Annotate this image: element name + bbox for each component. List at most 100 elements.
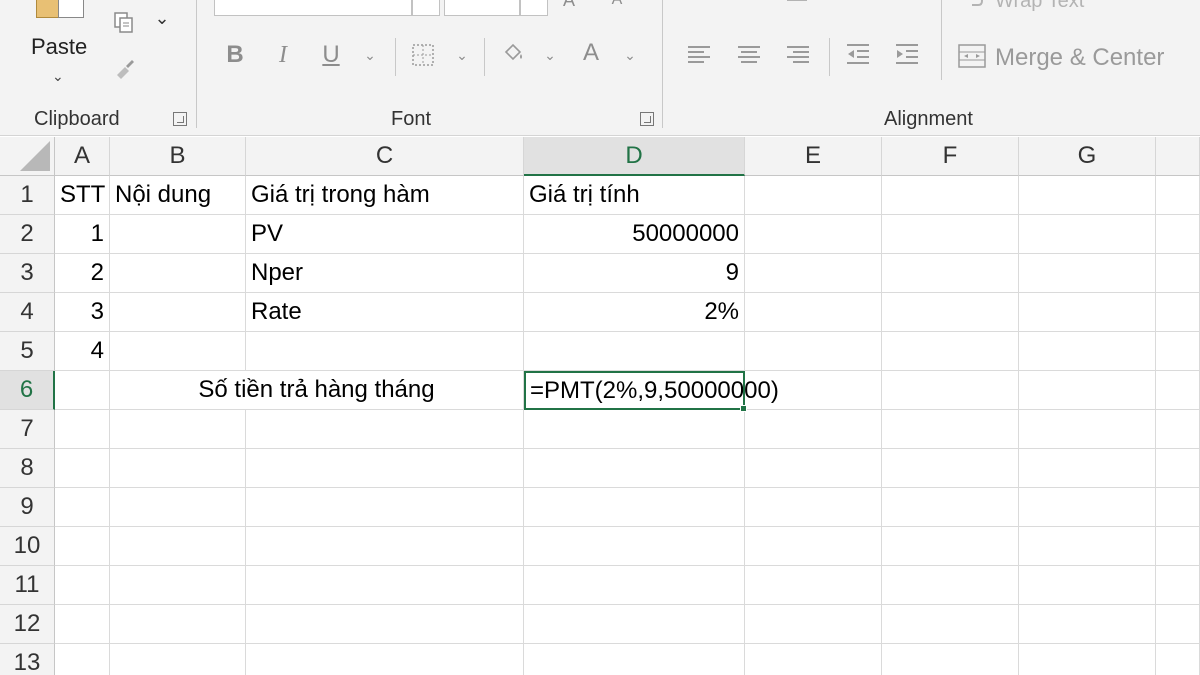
- cell-b5[interactable]: [110, 332, 246, 371]
- cell-h12[interactable]: [1156, 605, 1200, 644]
- cell-d8[interactable]: [524, 449, 745, 488]
- fill-color-chevron-icon[interactable]: ⌄: [540, 40, 560, 70]
- cell-b12[interactable]: [110, 605, 246, 644]
- paste-button[interactable]: Paste ⌄: [20, 0, 100, 100]
- cell-a8[interactable]: [55, 449, 110, 488]
- cell-g8[interactable]: [1019, 449, 1156, 488]
- underline-chevron-icon[interactable]: ⌄: [360, 40, 380, 70]
- cell-g3[interactable]: [1019, 254, 1156, 293]
- cell-e7[interactable]: [745, 410, 882, 449]
- cell-d7[interactable]: [524, 410, 745, 449]
- cell-d9[interactable]: [524, 488, 745, 527]
- cell-h4[interactable]: [1156, 293, 1200, 332]
- row-header-8[interactable]: 8: [0, 449, 55, 488]
- borders-chevron-icon[interactable]: ⌄: [452, 40, 472, 70]
- font-name-dropdown[interactable]: [412, 0, 440, 16]
- cell-a7[interactable]: [55, 410, 110, 449]
- cell-h8[interactable]: [1156, 449, 1200, 488]
- cell-d10[interactable]: [524, 527, 745, 566]
- row-header-6[interactable]: 6: [0, 371, 55, 410]
- cell-e8[interactable]: [745, 449, 882, 488]
- cell-g12[interactable]: [1019, 605, 1156, 644]
- cell-d11[interactable]: [524, 566, 745, 605]
- top-align-button[interactable]: [784, 0, 810, 8]
- cell-c12[interactable]: [246, 605, 524, 644]
- row-header-9[interactable]: 9: [0, 488, 55, 527]
- column-header-e[interactable]: E: [745, 137, 882, 176]
- shrink-font-button[interactable]: A: [606, 0, 628, 10]
- decrease-indent-button[interactable]: [844, 40, 872, 68]
- cell-b11[interactable]: [110, 566, 246, 605]
- select-all-button[interactable]: [0, 137, 55, 176]
- cell-e4[interactable]: [745, 293, 882, 332]
- cell-a12[interactable]: [55, 605, 110, 644]
- cell-h11[interactable]: [1156, 566, 1200, 605]
- cell-f13[interactable]: [882, 644, 1019, 675]
- cell-a10[interactable]: [55, 527, 110, 566]
- cell-h7[interactable]: [1156, 410, 1200, 449]
- cell-b3[interactable]: [110, 254, 246, 293]
- increase-indent-button[interactable]: [893, 40, 921, 68]
- cell-h6[interactable]: [1156, 371, 1200, 410]
- cell-b8[interactable]: [110, 449, 246, 488]
- cell-f3[interactable]: [882, 254, 1019, 293]
- cell-d1[interactable]: Giá trị tính: [524, 176, 745, 215]
- font-size-dropdown[interactable]: [520, 0, 548, 16]
- cell-e13[interactable]: [745, 644, 882, 675]
- wrap-text-button[interactable]: Wrap Text: [995, 0, 1084, 13]
- column-header-c[interactable]: C: [246, 137, 524, 176]
- row-header-5[interactable]: 5: [0, 332, 55, 371]
- cell-h1[interactable]: [1156, 176, 1200, 215]
- cell-g13[interactable]: [1019, 644, 1156, 675]
- row-header-2[interactable]: 2: [0, 215, 55, 254]
- cell-b13[interactable]: [110, 644, 246, 675]
- cell-b10[interactable]: [110, 527, 246, 566]
- cell-a5[interactable]: 4: [55, 332, 110, 371]
- cell-g2[interactable]: [1019, 215, 1156, 254]
- cell-e1[interactable]: [745, 176, 882, 215]
- cell-d12[interactable]: [524, 605, 745, 644]
- cell-e10[interactable]: [745, 527, 882, 566]
- cell-a13[interactable]: [55, 644, 110, 675]
- spreadsheet-grid[interactable]: A B C D E F G 1 2 3 4 5 6 7 8 9 10 11 12…: [0, 137, 1200, 675]
- cell-g1[interactable]: [1019, 176, 1156, 215]
- cell-c10[interactable]: [246, 527, 524, 566]
- column-header-g[interactable]: G: [1019, 137, 1156, 176]
- cell-f12[interactable]: [882, 605, 1019, 644]
- cell-h10[interactable]: [1156, 527, 1200, 566]
- cell-c13[interactable]: [246, 644, 524, 675]
- cell-d3[interactable]: 9: [524, 254, 745, 293]
- row-header-7[interactable]: 7: [0, 410, 55, 449]
- cell-g6[interactable]: [1019, 371, 1156, 410]
- cell-c11[interactable]: [246, 566, 524, 605]
- cell-b7[interactable]: [110, 410, 246, 449]
- cell-e12[interactable]: [745, 605, 882, 644]
- format-painter-button[interactable]: [108, 52, 140, 84]
- cell-h2[interactable]: [1156, 215, 1200, 254]
- align-right-button[interactable]: [787, 44, 809, 66]
- cell-c7[interactable]: [246, 410, 524, 449]
- cell-e5[interactable]: [745, 332, 882, 371]
- cell-b9[interactable]: [110, 488, 246, 527]
- cell-f9[interactable]: [882, 488, 1019, 527]
- cell-e9[interactable]: [745, 488, 882, 527]
- cell-c1[interactable]: Giá trị trong hàm: [246, 176, 524, 215]
- column-header-f[interactable]: F: [882, 137, 1019, 176]
- cell-f2[interactable]: [882, 215, 1019, 254]
- cell-h13[interactable]: [1156, 644, 1200, 675]
- cell-e11[interactable]: [745, 566, 882, 605]
- column-header-h[interactable]: [1156, 137, 1200, 176]
- cell-d6[interactable]: =PMT(2%,9,50000000): [524, 371, 779, 412]
- column-header-d[interactable]: D: [524, 137, 745, 176]
- cell-b2[interactable]: [110, 215, 246, 254]
- column-header-a[interactable]: A: [55, 137, 110, 176]
- font-color-chevron-icon[interactable]: ⌄: [620, 40, 640, 70]
- cell-h5[interactable]: [1156, 332, 1200, 371]
- cell-c4[interactable]: Rate: [246, 293, 524, 332]
- cell-g10[interactable]: [1019, 527, 1156, 566]
- cell-f11[interactable]: [882, 566, 1019, 605]
- column-header-b[interactable]: B: [110, 137, 246, 176]
- cell-f5[interactable]: [882, 332, 1019, 371]
- fill-color-button[interactable]: [498, 38, 528, 68]
- font-size-box[interactable]: [444, 0, 520, 16]
